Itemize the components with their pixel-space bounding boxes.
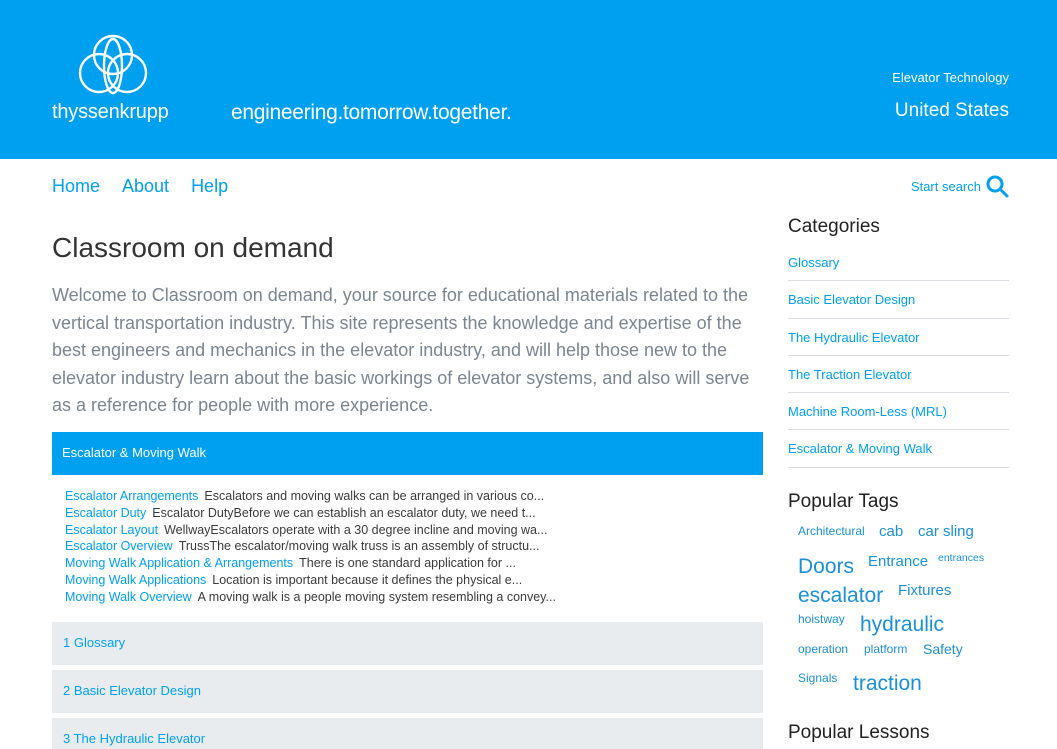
nav-home[interactable]: Home: [52, 176, 100, 197]
search-icon: [986, 175, 1009, 198]
nav-help[interactable]: Help: [191, 176, 228, 197]
accordion-hydraulic-elevator[interactable]: 3 The Hydraulic Elevator: [52, 718, 763, 749]
lesson-desc: TrussThe escalator/moving walk truss is …: [178, 539, 540, 554]
site-header: thyssenkrupp engineering.tomorrow.togeth…: [0, 0, 1057, 159]
lesson-desc: A moving walk is a people moving system …: [197, 589, 556, 604]
lesson-desc: Escalators and moving walks can be arran…: [204, 489, 545, 503]
brand-tagline: engineering.tomorrow.together.: [231, 101, 512, 124]
thyssenkrupp-logo-icon[interactable]: [77, 33, 149, 95]
lesson-desc: There is one standard application for ..…: [299, 556, 516, 571]
tag-hoistway[interactable]: hoistway: [798, 612, 845, 626]
accordion-glossary[interactable]: 1 Glossary: [52, 622, 763, 665]
lesson-list: Escalator Arrangements Escalators and mov…: [65, 488, 755, 606]
tag-fixtures[interactable]: Fixtures: [898, 582, 951, 599]
list-item: Moving Walk Overview A moving walk is a p…: [65, 589, 755, 606]
tag-safety[interactable]: Safety: [923, 641, 963, 657]
main-nav: Home About Help: [52, 176, 228, 197]
lesson-desc: Location is important because it defines…: [212, 572, 523, 587]
lesson-link[interactable]: Escalator Duty: [65, 506, 146, 520]
search-label: Start search: [910, 178, 981, 194]
intro-text: Welcome to Classroom on demand, your sou…: [52, 285, 750, 416]
list-item: Moving Walk Application & Arrangements Th…: [65, 555, 755, 572]
nav-about[interactable]: About: [122, 176, 169, 197]
list-item: Escalator Arrangements Escalators and mov…: [65, 488, 755, 505]
tag-entrances[interactable]: entrances: [938, 552, 984, 564]
accordion-escalator-moving-walk[interactable]: Escalator & Moving Walk: [52, 432, 763, 475]
popular-lessons-heading: Popular Lessons: [788, 722, 930, 743]
lesson-link[interactable]: Moving Walk Applications: [65, 573, 206, 587]
category-list: Glossary Basic Elevator Design The Hydra…: [788, 244, 1009, 468]
lesson-desc: Escalator DutyBefore we can establish an…: [152, 505, 536, 520]
lesson-link[interactable]: Moving Walk Overview: [65, 590, 192, 604]
page-title: Classroom on demand: [52, 232, 334, 263]
list-item: Escalator Overview TrussThe escalator/mov…: [65, 538, 755, 555]
tag-platform[interactable]: platform: [864, 642, 907, 656]
lesson-link[interactable]: Escalator Arrangements: [65, 489, 198, 503]
category-escalator-moving-walk[interactable]: Escalator & Moving Walk: [788, 430, 1009, 468]
category-glossary[interactable]: Glossary: [788, 244, 1009, 282]
tag-car-sling[interactable]: car sling: [918, 523, 974, 540]
category-basic-elevator-design[interactable]: Basic Elevator Design: [788, 281, 1009, 319]
category-hydraulic-elevator[interactable]: The Hydraulic Elevator: [788, 319, 1009, 356]
category-traction-elevator[interactable]: The Traction Elevator: [788, 356, 1009, 394]
tag-operation[interactable]: operation: [798, 642, 848, 656]
lesson-link[interactable]: Moving Walk Application & Arrangements: [65, 556, 293, 570]
tag-escalator[interactable]: escalator: [798, 584, 883, 608]
brand-name: thyssenkrupp: [52, 101, 169, 123]
list-item: Escalator Duty Escalator DutyBefore we ca…: [65, 505, 755, 522]
categories-heading: Categories: [788, 216, 880, 237]
tag-entrance[interactable]: Entrance: [868, 553, 928, 570]
tag-traction[interactable]: traction: [853, 672, 922, 696]
popular-tags-heading: Popular Tags: [788, 491, 899, 512]
list-item: Moving Walk Applications Location is impo…: [65, 572, 755, 589]
tag-cab[interactable]: cab: [879, 523, 903, 540]
lesson-link[interactable]: Escalator Overview: [65, 539, 173, 553]
tag-signals[interactable]: Signals: [798, 671, 837, 685]
tag-doors[interactable]: Doors: [798, 555, 854, 579]
division-label: Elevator Technology: [892, 70, 1009, 85]
tag-architectural[interactable]: Architectural: [798, 524, 865, 538]
list-item: Escalator Layout WellwayEscalators operat…: [65, 522, 755, 539]
country-label[interactable]: United States: [895, 100, 1009, 122]
lesson-link[interactable]: Escalator Layout: [65, 523, 158, 537]
lesson-desc: WellwayEscalators operate with a 30 degr…: [164, 522, 548, 537]
category-mrl[interactable]: Machine Room-Less (MRL): [788, 393, 1009, 431]
search-button[interactable]: Start search: [911, 174, 1009, 198]
tag-hydraulic[interactable]: hydraulic: [860, 613, 944, 637]
accordion-basic-elevator-design[interactable]: 2 Basic Elevator Design: [52, 670, 763, 713]
